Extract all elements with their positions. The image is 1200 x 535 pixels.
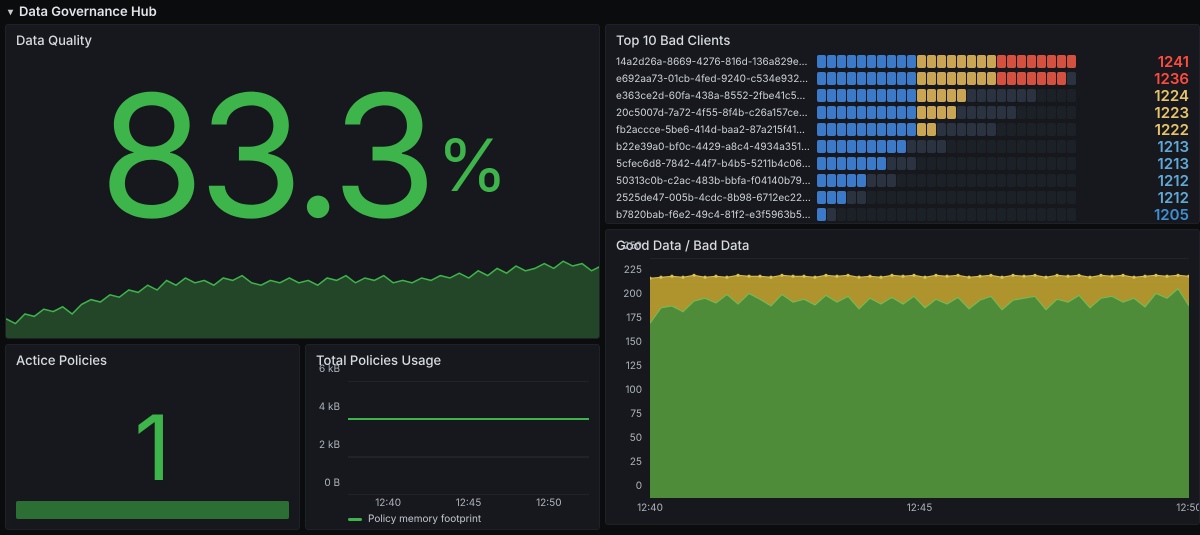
panel-title: Total Policies Usage [306, 345, 599, 369]
bad-client-row: 5cfec6d8-7842-44f7-b4b5-5211b4c062271213 [616, 155, 1189, 172]
active-policies-value: 1 [6, 393, 299, 502]
panel-policies-usage[interactable]: Total Policies Usage 0 B2 kB4 kB6 kB 12:… [305, 344, 600, 530]
policies-usage-y-axis: 0 B2 kB4 kB6 kB [306, 381, 344, 495]
bad-client-bars [817, 55, 1135, 68]
data-quality-value-wrap: 83.3% [6, 71, 599, 241]
policies-usage-plot [348, 381, 589, 495]
panel-title: Actice Policies [6, 345, 299, 369]
bad-client-row: 2525de47-005b-4cdc-8b98-6712ec225e…1212 [616, 189, 1189, 206]
bad-client-bars [817, 157, 1135, 170]
good-bad-x-axis: 12:4012:4512:50 [650, 502, 1189, 516]
panel-data-quality[interactable]: Data Quality 83.3% [5, 24, 600, 339]
good-bad-y-axis: 0255075100125150175200225250 [616, 258, 646, 498]
bad-client-label: e692aa73-01cb-4fed-9240-c534e9326e… [616, 73, 811, 85]
section-header[interactable]: ▾ Data Governance Hub [0, 0, 1200, 24]
legend-label: Policy memory footprint [368, 513, 481, 525]
bad-client-label: 50313c0b-c2ac-483b-bbfa-f04140b79800 [616, 175, 811, 187]
bad-client-label: e363ce2d-60fa-438a-8552-2fbe41c58868 [616, 90, 811, 102]
chevron-down-icon: ▾ [8, 6, 13, 18]
bad-client-label: fb2accce-5be6-414d-baa2-87a215f410c2 [616, 124, 811, 136]
bad-client-row: 14a2d26a-8669-4276-816d-136a829e2d…1241 [616, 53, 1189, 70]
bad-client-bars [817, 208, 1135, 221]
bad-client-label: 20c5007d-7a72-4f55-8f4b-c26a157ce50a [616, 107, 811, 119]
bad-client-bars [817, 106, 1135, 119]
bad-client-bars [817, 191, 1135, 204]
panel-bad-clients[interactable]: Top 10 Bad Clients 14a2d26a-8669-4276-81… [605, 24, 1200, 224]
bad-client-bars [817, 140, 1135, 153]
bad-client-bars [817, 123, 1135, 136]
active-policies-bar [16, 501, 289, 519]
policies-usage-legend: Policy memory footprint [348, 513, 481, 525]
bad-client-row: b7820bab-f6e2-49c4-81f2-e3f5963b5b38 1205 [616, 206, 1189, 223]
data-quality-value: 83.3 [99, 53, 431, 259]
bad-client-label: b22e39a0-bf0c-4429-a8c4-4934a3516b… [616, 141, 811, 153]
bad-client-row: 50313c0b-c2ac-483b-bbfa-f04140b798001212 [616, 172, 1189, 189]
bad-clients-body: 14a2d26a-8669-4276-816d-136a829e2d…1241e… [616, 53, 1189, 215]
bad-client-label: b7820bab-f6e2-49c4-81f2-e3f5963b5b38 [616, 209, 811, 221]
policies-usage-x-axis: 12:4012:4512:50 [348, 497, 589, 509]
bad-client-row: 20c5007d-7a72-4f55-8f4b-c26a157ce50a1223 [616, 104, 1189, 121]
bad-client-bars [817, 174, 1135, 187]
bad-client-bars [817, 89, 1135, 102]
bad-client-label: 2525de47-005b-4cdc-8b98-6712ec225e… [616, 192, 811, 204]
panel-good-bad[interactable]: Good Data / Bad Data 0255075100125150175… [605, 229, 1200, 525]
bad-client-row: fb2accce-5be6-414d-baa2-87a215f410c21222 [616, 121, 1189, 138]
data-quality-unit: % [437, 122, 506, 209]
bad-client-row: b22e39a0-bf0c-4429-a8c4-4934a3516b…1213 [616, 138, 1189, 155]
bad-client-row: e692aa73-01cb-4fed-9240-c534e9326e…1236 [616, 70, 1189, 87]
bad-client-label: 14a2d26a-8669-4276-816d-136a829e2d… [616, 56, 811, 68]
panel-active-policies[interactable]: Actice Policies 1 [5, 344, 300, 530]
bad-client-label: 5cfec6d8-7842-44f7-b4b5-5211b4c06227 [616, 158, 811, 170]
bad-client-bars [817, 72, 1135, 85]
section-title: Data Governance Hub [19, 4, 157, 20]
bad-client-row: e363ce2d-60fa-438a-8552-2fbe41c588681224 [616, 87, 1189, 104]
bad-client-value: 1205 [1141, 205, 1189, 224]
legend-swatch [348, 518, 362, 521]
panel-title: Top 10 Bad Clients [606, 25, 1199, 49]
good-bad-plot [650, 258, 1189, 498]
panel-title: Good Data / Bad Data [606, 230, 1199, 254]
data-quality-sparkline [6, 242, 600, 338]
panel-title: Data Quality [6, 25, 599, 49]
